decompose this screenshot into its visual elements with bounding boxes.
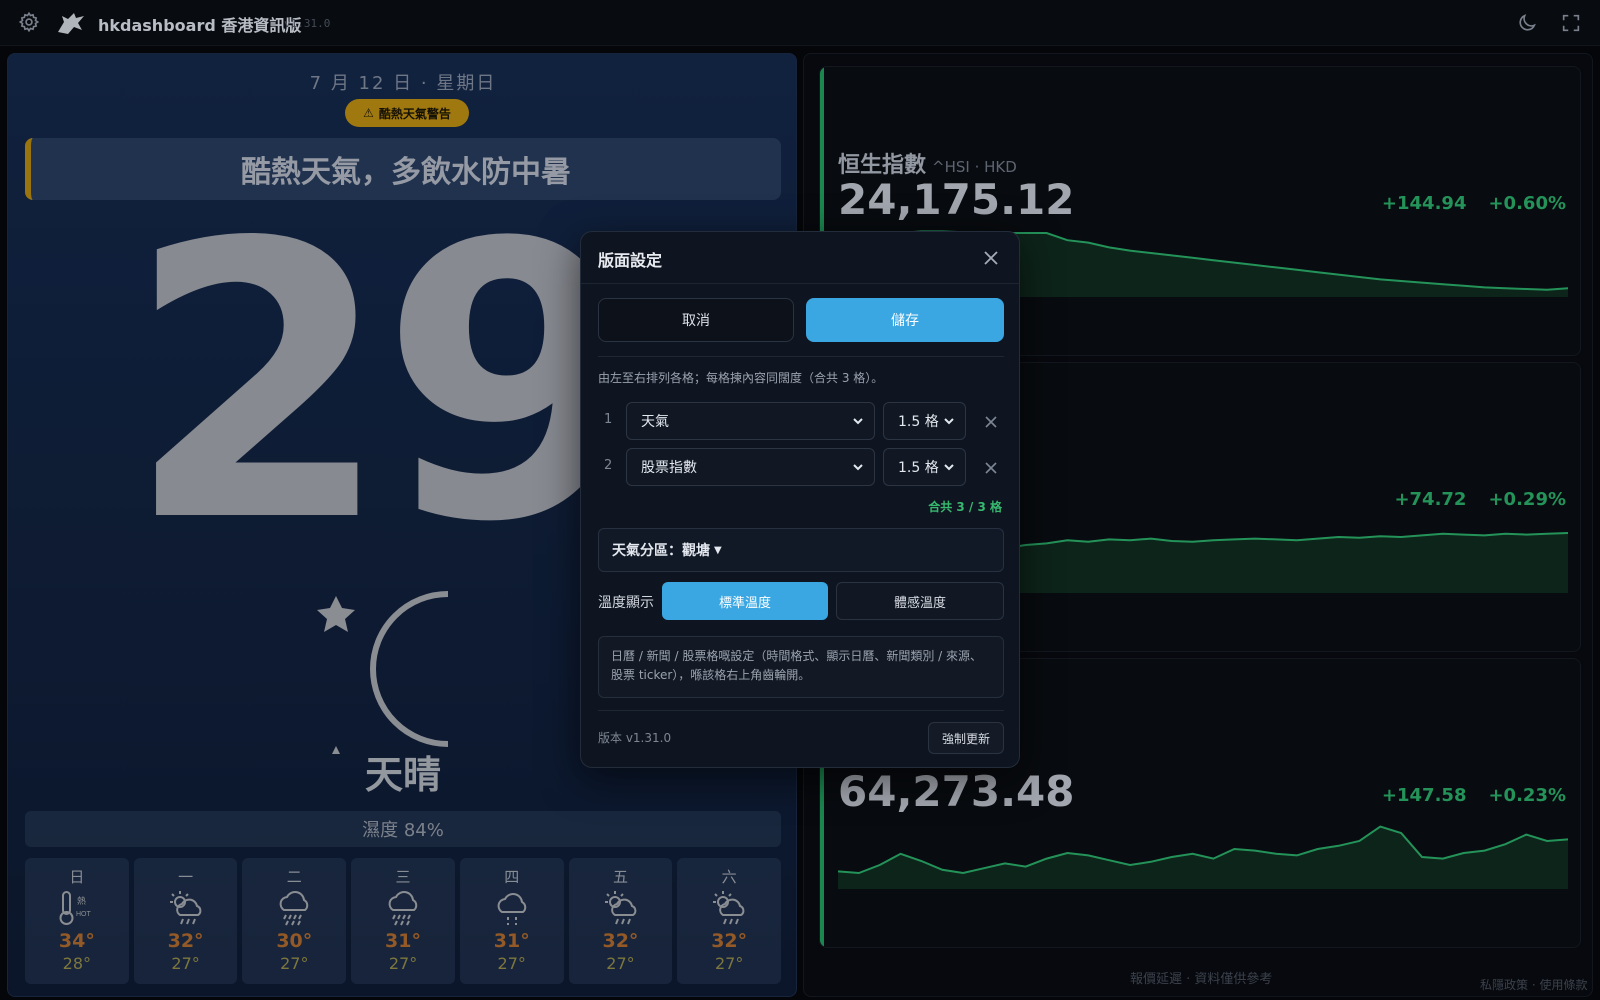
content-select-2[interactable]: 股票指數 bbox=[626, 448, 875, 486]
info-note: 日曆 / 新聞 / 股票格嘅設定（時間格式、顯示日曆、新聞類別 / 來源、股票 … bbox=[598, 636, 1004, 698]
cancel-button[interactable]: 取消 bbox=[598, 298, 794, 342]
force-update-button[interactable]: 強制更新 bbox=[928, 722, 1004, 754]
row-number: 2 bbox=[604, 458, 613, 473]
district-label: 天氣分區：觀塘 bbox=[612, 543, 710, 559]
width-select-value: 1.5 格 bbox=[898, 460, 939, 476]
total-cells: 合共 3 / 3 格 bbox=[928, 500, 1002, 514]
modal-version: 版本 v1.31.0 bbox=[598, 731, 672, 745]
modal-title: 版面設定 bbox=[598, 251, 663, 270]
layout-settings-modal: 版面設定 取消 儲存 由左至右排列各格；每格揀內容同闊度（合共 3 格）。 1 … bbox=[580, 231, 1020, 768]
remove-row-icon[interactable] bbox=[984, 414, 998, 428]
chevron-down-icon bbox=[853, 418, 863, 425]
feels-like-temp-button[interactable]: 體感溫度 bbox=[836, 582, 1004, 620]
chevron-down-icon bbox=[853, 464, 863, 471]
standard-temp-button[interactable]: 標準溫度 bbox=[662, 582, 828, 620]
layout-description: 由左至右排列各格；每格揀內容同闊度（合共 3 格）。 bbox=[598, 371, 884, 385]
modal-header: 版面設定 bbox=[581, 232, 1019, 284]
weather-district-dropdown[interactable]: 天氣分區：觀塘 ▼ bbox=[598, 528, 1004, 572]
divider bbox=[598, 710, 1004, 711]
temperature-display-label: 溫度顯示 bbox=[598, 595, 654, 611]
width-select-1[interactable]: 1.5 格 bbox=[883, 402, 966, 440]
row-number: 1 bbox=[604, 412, 613, 427]
width-select-2[interactable]: 1.5 格 bbox=[883, 448, 966, 486]
content-select-value: 天氣 bbox=[641, 414, 669, 430]
save-button[interactable]: 儲存 bbox=[806, 298, 1004, 342]
close-icon[interactable] bbox=[981, 248, 1001, 268]
content-select-value: 股票指數 bbox=[641, 460, 697, 476]
chevron-down-icon bbox=[944, 418, 954, 425]
width-select-value: 1.5 格 bbox=[898, 414, 939, 430]
caret-down-icon: ▼ bbox=[714, 544, 722, 556]
divider bbox=[598, 356, 1004, 357]
remove-row-icon[interactable] bbox=[984, 460, 998, 474]
chevron-down-icon bbox=[944, 464, 954, 471]
content-select-1[interactable]: 天氣 bbox=[626, 402, 875, 440]
